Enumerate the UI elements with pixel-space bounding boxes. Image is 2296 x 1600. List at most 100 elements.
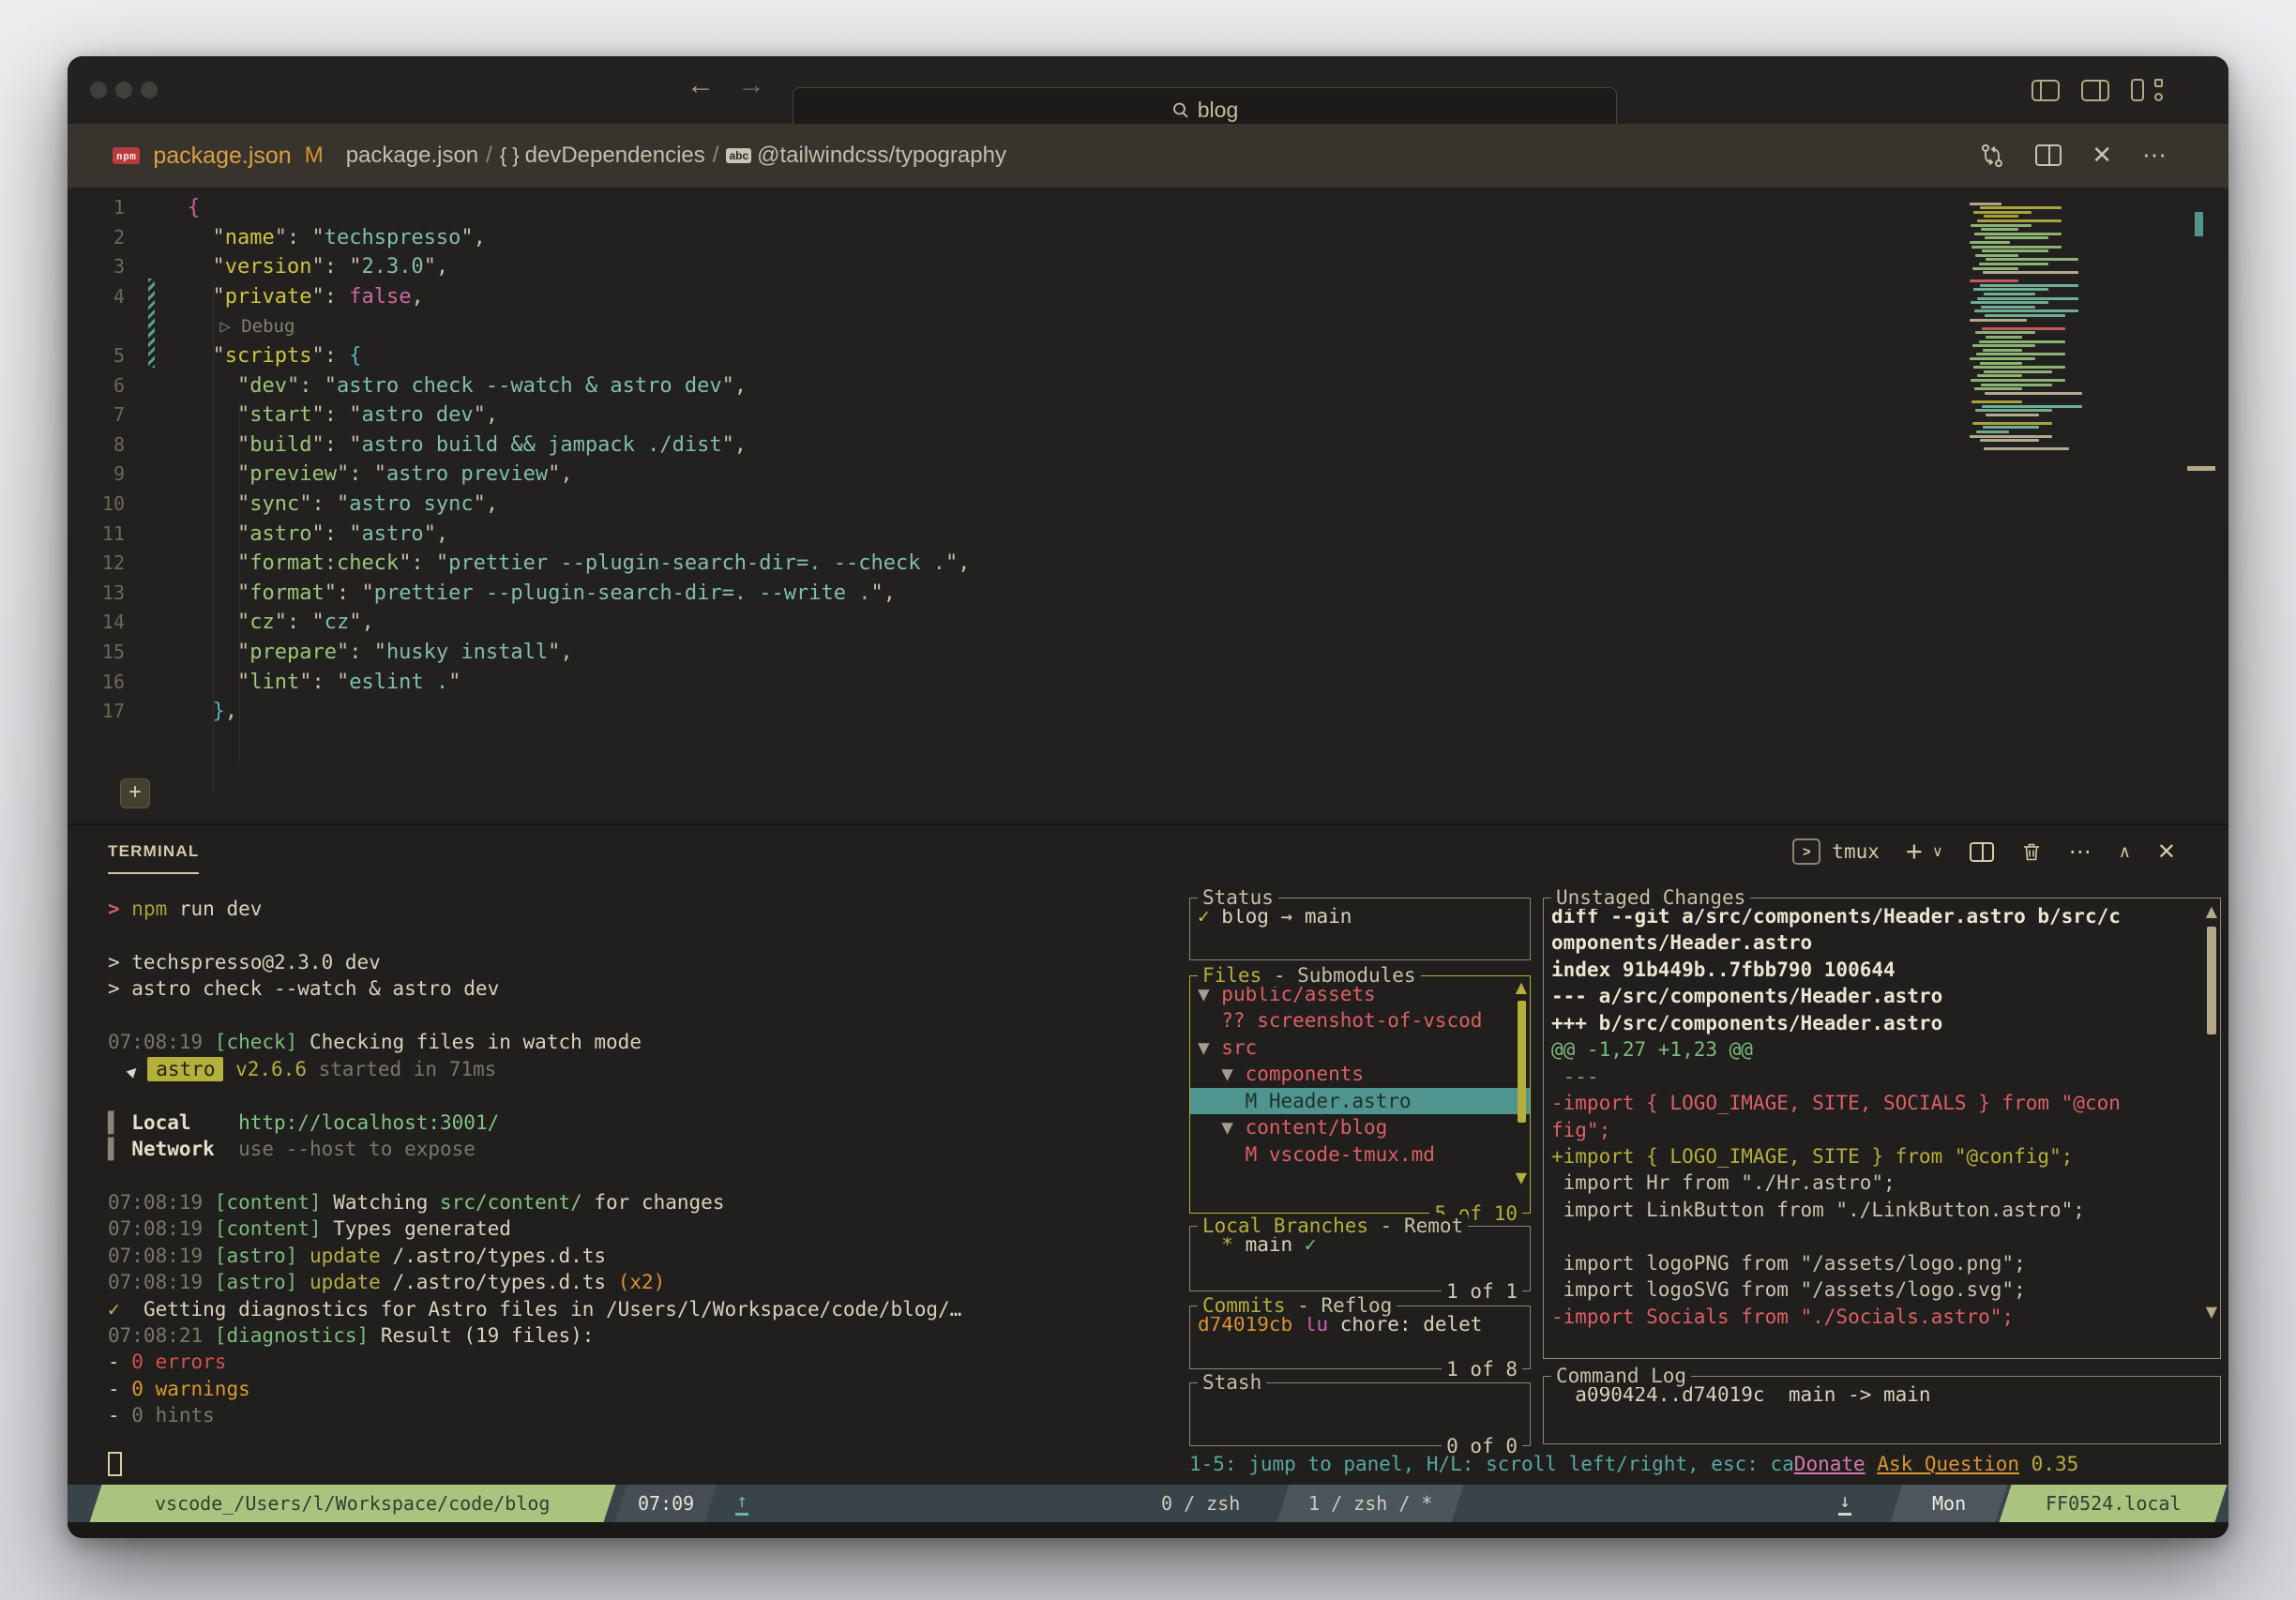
line (108, 1082, 961, 1109)
line: 12 "format:check": "prettier --plugin-se… (101, 551, 971, 576)
close-editor-icon[interactable]: ✕ (2092, 141, 2112, 170)
breadcrumb-typography[interactable]: @tailwindcss/typography (757, 143, 1006, 169)
files-scroll-up-icon[interactable]: ▲ (1516, 978, 1527, 996)
line: 1{ (113, 196, 201, 219)
diff-scroll-up-icon[interactable]: ▲ (2206, 902, 2217, 920)
line: ▼ src (1198, 1035, 1258, 1059)
search-icon (1172, 102, 1188, 118)
string-symbol-icon: abc (726, 148, 752, 163)
tab-terminal[interactable]: TERMINAL (108, 842, 200, 874)
line: index 91b449b..7fbb790 100644 (1551, 958, 1896, 981)
files-scroll-down-icon[interactable]: ▼ (1516, 1169, 1527, 1186)
line: 16 "lint": "eslint ." (101, 670, 461, 694)
overview-ruler-cursor-marker (2187, 466, 2215, 471)
terminal-dropdown-icon[interactable]: ∨ (1932, 842, 1943, 861)
code-area[interactable]: 1{2 "name": "techspresso", 3 "version": "… (75, 193, 971, 727)
line: > techspresso@2.3.0 dev (108, 950, 381, 974)
terminal-shell-label[interactable]: tmux (1832, 840, 1880, 863)
tmux-status-bar: vscode_/Users/l/Workspace/code/blog 07:0… (68, 1485, 2228, 1522)
line: -import { LOGO_IMAGE, SITE, SOCIALS } fr… (1551, 1092, 2121, 1115)
files-scrollbar[interactable] (1518, 1001, 1526, 1123)
close-window-button[interactable] (90, 82, 107, 98)
line: > npm run dev (108, 898, 263, 920)
line: - 0 errors (108, 1351, 227, 1374)
line: ?? screenshot-of-vscod (1198, 1009, 1483, 1033)
zoom-window-button[interactable] (141, 82, 158, 98)
tab-bar: npm package.json M package.json / { } de… (68, 124, 2228, 188)
terminal-panel[interactable]: TERMINAL > tmux + ∨ ⋯ ∧ ✕ > npm run dev … (68, 823, 2228, 1485)
line (108, 1162, 961, 1188)
minimize-window-button[interactable] (115, 82, 132, 98)
line: ▌ Network use --host to expose (108, 1137, 476, 1160)
gutter-modified-indicator (148, 279, 155, 368)
line: @@ -1,27 +1,23 @@ (1551, 1038, 1753, 1062)
line: 07:08:19 [content] Watching src/content/… (108, 1190, 725, 1214)
overview-ruler-modified-marker (2195, 212, 2203, 236)
lazygit-files-panel[interactable]: Files - Submodules ▼ public/assets ?? sc… (1189, 964, 1531, 1225)
line: 13 "format": "prettier --plugin-search-d… (101, 581, 897, 605)
title-bar[interactable]: ← → blog (68, 56, 2228, 868)
line: 8 "build": "astro build && jampack ./dis… (113, 432, 748, 457)
lazygit-help-line[interactable]: 1-5: jump to panel, H/L: scroll left/rig… (1189, 1453, 2228, 1475)
line: 07:08:19 [astro] update /.astro/types.d.… (108, 1271, 666, 1294)
line: 07:08:19 [check] Checking files in watch… (108, 1031, 642, 1054)
split-editor-icon[interactable] (2035, 144, 2062, 166)
toggle-sidebar-icon[interactable] (2032, 79, 2060, 101)
breadcrumb[interactable]: package.json / { } devDependencies / abc… (346, 143, 1006, 169)
line: > astro check --watch & astro dev (108, 977, 500, 1001)
terminal-shell-icon: > (1792, 838, 1821, 865)
line: 10 "sync": "astro sync", (101, 491, 499, 516)
customize-layout-icon[interactable] (2131, 79, 2163, 101)
tmux-window-1[interactable]: 1 / zsh / * (1276, 1485, 1464, 1522)
diff-scroll-down-icon[interactable]: ▼ (2206, 1303, 2217, 1321)
gutter-plus-button[interactable]: + (120, 778, 150, 808)
tmux-window-0[interactable]: 0 / zsh (1161, 1485, 1240, 1522)
line: - 0 warnings (108, 1377, 250, 1400)
maximize-panel-icon[interactable]: ∧ (2119, 842, 2131, 862)
panel-more-actions-icon[interactable]: ⋯ (2069, 838, 2092, 866)
breadcrumb-devdependencies[interactable]: devDependencies (525, 143, 705, 169)
breadcrumb-file[interactable]: package.json (346, 143, 478, 169)
line (108, 1003, 961, 1029)
lazygit-branches-panel[interactable]: Local Branches - Remot * main ✓ 1 of 1 (1189, 1215, 1531, 1303)
open-changes-icon[interactable] (1979, 143, 2005, 169)
editor-pane[interactable]: 1{2 "name": "techspresso", 3 "version": "… (68, 188, 2228, 823)
traffic-lights[interactable] (90, 82, 158, 98)
forward-button[interactable]: → (737, 69, 765, 101)
lazygit-status-panel[interactable]: Status ✓ blog → main (1189, 886, 1531, 960)
tmux-session-segment: vscode_/Users/l/Workspace/code/blog (89, 1485, 616, 1522)
line: 7 "start": "astro dev", (113, 403, 499, 428)
lazygit-stash-panel[interactable]: Stash 0 of 0 (1189, 1371, 1531, 1457)
minimap[interactable] (1966, 201, 2092, 510)
modified-badge: M (304, 143, 324, 168)
line: 5 "scripts": { (113, 343, 362, 368)
back-button[interactable]: ← (687, 69, 715, 101)
npm-file-icon: npm (113, 147, 141, 164)
line: 07:08:21 [diagnostics] Result (19 files)… (108, 1324, 595, 1347)
new-terminal-icon[interactable]: + (1906, 835, 1923, 868)
toggle-secondary-sidebar-icon[interactable] (2081, 79, 2109, 101)
terminal-output[interactable]: > npm run dev > techspresso@2.3.0 dev > a… (108, 896, 961, 1429)
lazygit-command-log-panel[interactable]: Command Log a090424..d74019c main -> mai… (1543, 1365, 2221, 1444)
split-terminal-icon[interactable] (1969, 841, 1994, 862)
branches-count: 1 of 1 (1442, 1280, 1522, 1303)
line: 15 "prepare": "husky install", (101, 640, 573, 664)
lazygit-commits-panel[interactable]: Commits - Reflog d74019cb lu chore: dele… (1189, 1294, 1531, 1381)
line: 2 "name": "techspresso", (113, 225, 486, 249)
line: 6 "dev": "astro check --watch & astro de… (113, 373, 748, 398)
kill-terminal-icon[interactable] (2020, 840, 2043, 863)
line: import logoSVG from "/assets/logo.svg"; (1551, 1278, 2026, 1302)
line: M Header.astro (1190, 1087, 1530, 1115)
editor-more-actions-icon[interactable]: ⋯ (2142, 141, 2168, 170)
lazygit-unstaged-changes-panel[interactable]: Unstaged Changes diff --git a/src/compon… (1543, 886, 2221, 1359)
tab-package-json[interactable]: package.json (153, 143, 291, 170)
line: import Hr from "./Hr.astro"; (1551, 1171, 1896, 1195)
commits-count: 1 of 8 (1442, 1358, 1522, 1381)
tmux-host-segment: FF0524.local (1999, 1485, 2228, 1522)
diff-scrollbar[interactable] (2207, 927, 2216, 1034)
line: 4 "private": false, (113, 284, 424, 309)
close-panel-icon[interactable]: ✕ (2157, 838, 2176, 866)
line: 9 "preview": "astro preview", (113, 462, 573, 487)
line: ▌ Local http://localhost:3001/ (108, 1110, 500, 1134)
line: 07:08:19 [content] Types generated (108, 1217, 511, 1241)
